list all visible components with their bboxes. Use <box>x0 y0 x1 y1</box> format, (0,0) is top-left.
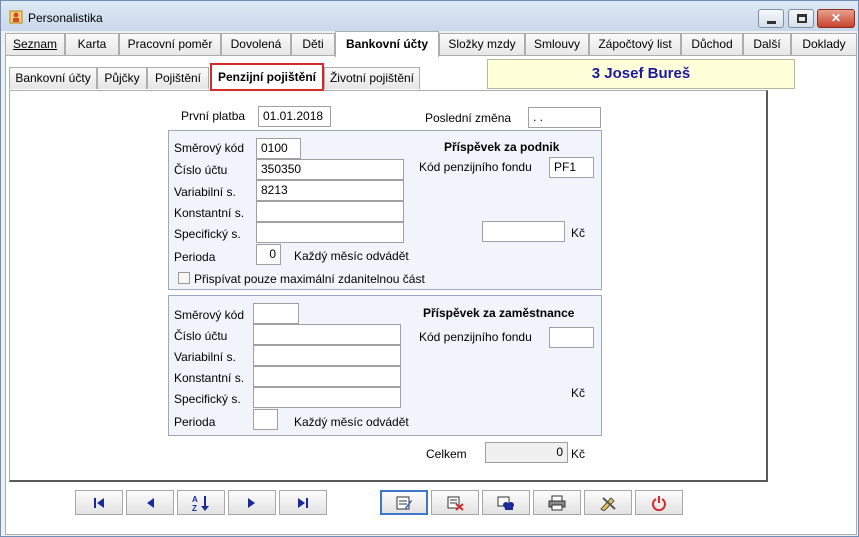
delete-button[interactable] <box>431 490 479 515</box>
company-amount-field[interactable] <box>482 221 565 242</box>
subtab-zivotni-pojisteni[interactable]: Životní pojištění <box>324 67 420 89</box>
svg-text:Z: Z <box>192 504 197 512</box>
tab-zapoctovy-list[interactable]: Zápočtový list <box>589 33 681 56</box>
employee-variable-field[interactable] <box>253 345 401 366</box>
tab-karta[interactable]: Karta <box>65 33 119 56</box>
app-icon <box>9 10 23 24</box>
close-icon: ✕ <box>830 11 842 25</box>
last-record-button[interactable] <box>279 490 327 515</box>
employee-specific-label: Specifický s. <box>174 392 241 406</box>
company-period-text: Každý měsíc odvádět <box>294 249 409 263</box>
company-account-label: Číslo účtu <box>174 163 228 177</box>
company-specific-field[interactable] <box>256 222 404 243</box>
print-button[interactable] <box>533 490 581 515</box>
employee-fund-label: Kód penzijního fondu <box>419 330 532 344</box>
edit-icon <box>396 496 412 509</box>
print-icon <box>548 495 566 510</box>
employee-account-field[interactable] <box>253 324 401 345</box>
subtab-pujcky[interactable]: Půjčky <box>97 67 147 89</box>
main-tab-bar: Seznam Karta Pracovní poměr Dovolená Dět… <box>5 31 857 57</box>
employee-period-text: Každý měsíc odvádět <box>294 415 409 429</box>
previous-record-button[interactable] <box>126 490 174 515</box>
employee-account-label: Číslo účtu <box>174 329 228 343</box>
tab-seznam[interactable]: Seznam <box>5 33 65 56</box>
employee-fund-field[interactable] <box>549 327 594 348</box>
close-button[interactable]: ✕ <box>817 9 855 28</box>
employee-specific-field[interactable] <box>253 387 401 408</box>
company-fund-label: Kód penzijního fondu <box>419 160 532 174</box>
company-fund-field[interactable]: PF1 <box>549 157 594 178</box>
employee-heading: Příspěvek za zaměstnance <box>423 306 575 320</box>
employee-constant-field[interactable] <box>253 366 401 387</box>
max-taxable-checkbox[interactable] <box>178 272 190 284</box>
company-account-field[interactable]: 350350 <box>256 159 404 180</box>
company-bank-code-field[interactable]: 0100 <box>256 138 301 159</box>
tab-smlouvy[interactable]: Smlouvy <box>525 33 589 56</box>
tab-doklady[interactable]: Doklady <box>791 33 857 56</box>
title-bar: Personalistika ✕ <box>1 1 858 31</box>
power-icon <box>652 495 666 511</box>
company-bank-code-label: Směrový kód <box>174 141 245 155</box>
employee-name: 3 Josef Bureš <box>487 59 795 89</box>
company-currency: Kč <box>571 226 586 240</box>
total-currency: Kč <box>571 447 586 461</box>
employee-bank-code-label: Směrový kód <box>174 308 245 322</box>
tools-button[interactable] <box>584 490 632 515</box>
sort-button[interactable]: A Z <box>177 490 225 515</box>
tools-icon <box>600 496 616 511</box>
tab-pracovni-pomer[interactable]: Pracovní poměr <box>119 33 221 56</box>
employee-period-label: Perioda <box>174 415 216 429</box>
sort-icon: A Z <box>192 495 209 512</box>
max-taxable-label: Přispívat pouze maximální zdanitelnou čá… <box>194 272 425 286</box>
tab-deti[interactable]: Děti <box>291 33 335 56</box>
employee-bank-code-field[interactable] <box>253 303 299 324</box>
company-variable-field[interactable]: 8213 <box>256 180 404 201</box>
company-period-label: Perioda <box>174 250 216 264</box>
first-payment-field[interactable]: 01.01.2018 <box>258 106 331 127</box>
exit-button[interactable] <box>635 490 683 515</box>
company-specific-label: Specifický s. <box>174 227 241 241</box>
last-change-field[interactable]: . . <box>528 107 601 128</box>
edit-button[interactable] <box>380 490 428 515</box>
employee-currency: Kč <box>571 386 586 400</box>
employee-period-field[interactable] <box>253 409 278 430</box>
last-change-label: Poslední změna <box>425 111 512 125</box>
tab-duchod[interactable]: Důchod <box>681 33 743 56</box>
search-icon <box>497 496 514 510</box>
previous-record-icon <box>147 497 154 508</box>
delete-icon <box>447 496 464 511</box>
tab-slozky-mzdy[interactable]: Složky mzdy <box>439 33 525 56</box>
company-heading: Příspěvek za podnik <box>444 140 560 154</box>
app-window: Personalistika ✕ Seznam Karta Pracovní p… <box>0 0 859 537</box>
first-record-button[interactable] <box>75 490 123 515</box>
company-variable-label: Variabilní s. <box>174 185 236 199</box>
company-constant-field[interactable] <box>256 201 404 222</box>
total-label: Celkem <box>426 447 467 461</box>
employee-variable-label: Variabilní s. <box>174 350 236 364</box>
total-field: 0 <box>485 442 568 463</box>
maximize-button[interactable] <box>788 9 814 28</box>
minimize-icon <box>767 21 776 24</box>
maximize-icon <box>797 14 807 23</box>
subtab-pojisteni[interactable]: Pojištění <box>147 67 209 89</box>
next-record-icon <box>248 497 255 508</box>
employee-constant-label: Konstantní s. <box>174 371 245 385</box>
window-title: Personalistika <box>28 11 103 25</box>
minimize-button[interactable] <box>758 9 784 28</box>
tab-dalsi[interactable]: Další <box>743 33 791 56</box>
subtab-bankovni-ucty[interactable]: Bankovní účty <box>9 67 97 89</box>
company-period-field[interactable]: 0 <box>256 244 281 265</box>
subtab-penzijni-pojisteni[interactable]: Penzijní pojištění <box>210 63 324 91</box>
company-constant-label: Konstantní s. <box>174 206 245 220</box>
first-payment-label: První platba <box>181 109 246 123</box>
svg-text:A: A <box>192 495 198 504</box>
search-button[interactable] <box>482 490 530 515</box>
last-record-icon <box>298 497 308 508</box>
next-record-button[interactable] <box>228 490 276 515</box>
first-record-icon <box>94 497 104 508</box>
tab-bankovni-ucty[interactable]: Bankovní účty <box>335 31 439 57</box>
tab-dovolena[interactable]: Dovolená <box>221 33 291 56</box>
